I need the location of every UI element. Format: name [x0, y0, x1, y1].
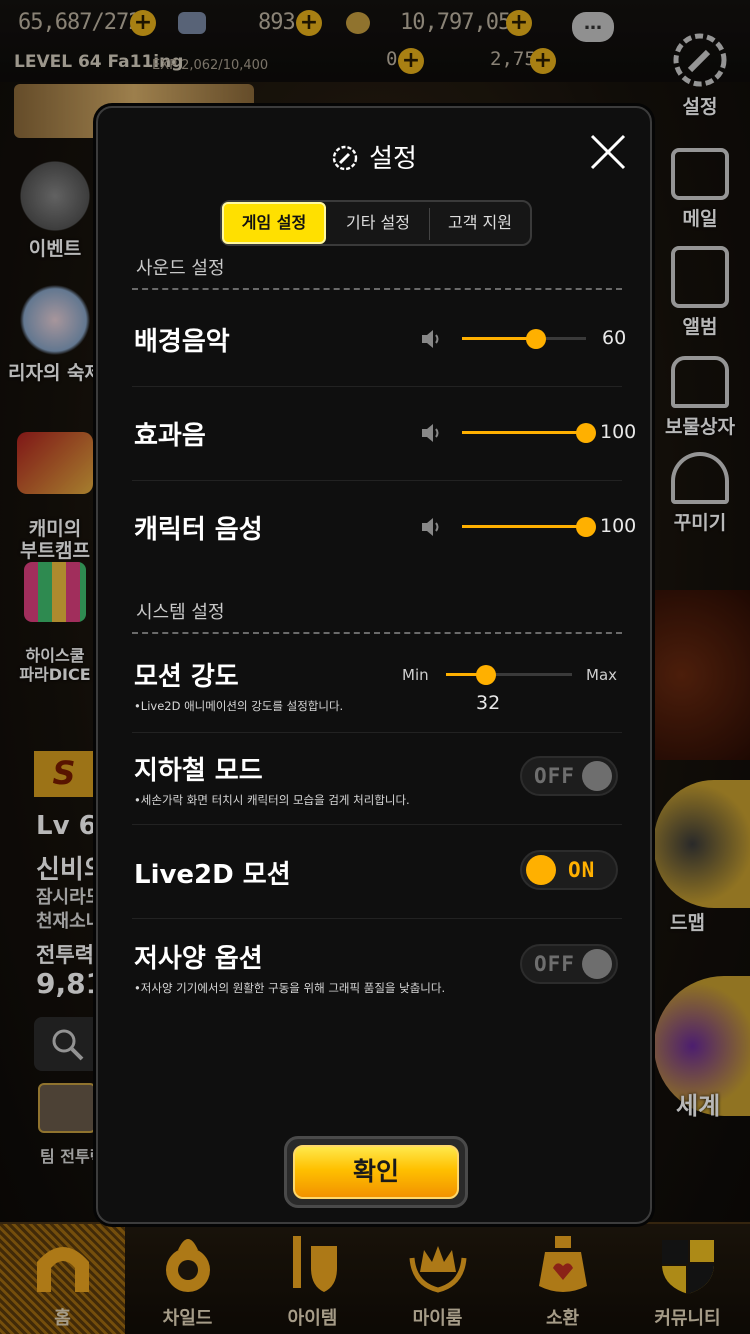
confirm-button-frame: 확인: [284, 1136, 468, 1208]
toggle-knob: [582, 949, 612, 979]
subway-mode-label: 지하철 모드: [134, 756, 263, 786]
low-spec-toggle[interactable]: OFF: [520, 944, 618, 984]
sfx-slider[interactable]: [462, 419, 596, 447]
bgm-slider[interactable]: [462, 325, 586, 353]
motion-min-label: Min: [402, 666, 429, 684]
dialog-title: 설정: [98, 138, 650, 175]
row-divider: [132, 732, 622, 733]
motion-label: 모션 강도: [134, 662, 239, 692]
motion-value: 32: [476, 692, 501, 714]
motion-desc: •Live2D 애니메이션의 강도를 설정합니다.: [134, 699, 344, 713]
toggle-state-text: OFF: [534, 764, 575, 788]
tab-customer-support[interactable]: 고객 지원: [430, 204, 530, 242]
live2d-motion-toggle[interactable]: ON: [520, 850, 618, 890]
gear-icon: [332, 145, 358, 171]
toggle-knob: [526, 855, 556, 885]
slider-fill: [462, 431, 586, 434]
motion-slider[interactable]: [446, 661, 572, 689]
slider-thumb[interactable]: [526, 329, 547, 349]
low-spec-label: 저사양 옵션: [134, 944, 263, 974]
bgm-label: 배경음악: [134, 327, 230, 357]
dialog-title-text: 설정: [369, 144, 417, 174]
slider-thumb[interactable]: [576, 423, 596, 443]
tab-game-settings[interactable]: 게임 설정: [222, 202, 326, 244]
confirm-button[interactable]: 확인: [293, 1145, 459, 1199]
settings-dialog: 설정 게임 설정 기타 설정 고객 지원 사운드 설정 배경음악 60 효과음: [96, 106, 652, 1224]
voice-label: 캐릭터 음성: [134, 515, 263, 545]
bgm-value: 60: [602, 327, 627, 349]
toggle-state-text: ON: [568, 858, 596, 882]
live2d-motion-label: Live2D 모션: [134, 860, 291, 890]
voice-slider[interactable]: [462, 513, 596, 541]
speaker-icon: [422, 518, 439, 536]
game-screen: 65,687/272 + 893 + 10,797,051 + … LEVEL …: [0, 0, 750, 1334]
slider-thumb[interactable]: [576, 517, 596, 537]
voice-value: 100: [600, 515, 637, 537]
row-divider: [132, 480, 622, 481]
slider-fill: [462, 337, 537, 340]
subway-mode-toggle[interactable]: OFF: [520, 756, 618, 796]
section-divider: [132, 288, 622, 290]
slider-thumb[interactable]: [476, 665, 497, 685]
toggle-knob: [582, 761, 612, 791]
sfx-label: 효과음: [134, 421, 206, 451]
subway-mode-desc: •세손가락 화면 터치시 캐릭터의 모습을 검게 처리합니다.: [134, 793, 410, 807]
speaker-icon: [422, 424, 439, 442]
tab-other-settings[interactable]: 기타 설정: [328, 204, 428, 242]
close-icon[interactable]: [586, 130, 630, 174]
slider-fill: [462, 525, 586, 528]
row-divider: [132, 918, 622, 919]
toggle-state-text: OFF: [534, 952, 575, 976]
section-divider: [132, 632, 622, 634]
sfx-value: 100: [600, 421, 637, 443]
low-spec-desc: •저사양 기기에서의 원활한 구동을 위해 그래픽 품질을 낮춥니다.: [134, 981, 446, 995]
motion-max-label: Max: [586, 666, 618, 684]
speaker-icon: [422, 330, 439, 348]
settings-tabs: 게임 설정 기타 설정 고객 지원: [220, 200, 532, 246]
row-divider: [132, 824, 622, 825]
sound-section-title: 사운드 설정: [136, 258, 225, 279]
row-divider: [132, 386, 622, 387]
system-section-title: 시스템 설정: [136, 602, 225, 623]
